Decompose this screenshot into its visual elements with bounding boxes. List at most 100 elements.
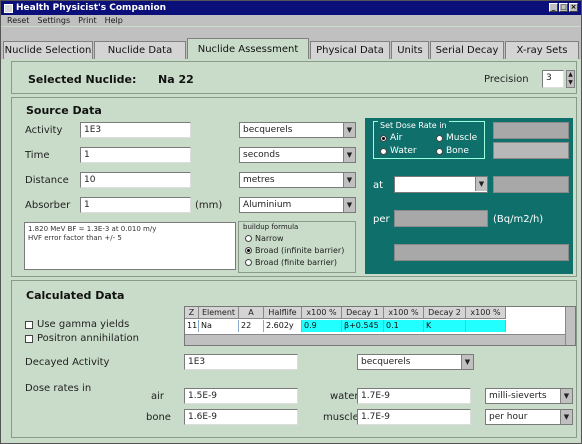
window-title: Health Physicist's Companion [16,3,167,13]
time-unit-select[interactable]: seconds ▼ [239,147,356,163]
buildup-broad-infinite-label: Broad (infinite barrier) [255,246,345,255]
grid-cell: 11 [187,320,199,332]
distance-unit-select[interactable]: metres ▼ [239,172,356,188]
grid-header: Z [185,307,199,319]
dose-air-radio[interactable]: Air [380,133,402,143]
dose-water-label: Water [390,146,417,156]
grid-header: x100 % [466,307,506,319]
positron-label: Positron annihilation [37,333,139,344]
dose-bone-radio[interactable]: Bone [436,146,469,156]
dose-unit-value: milli-sieverts [489,391,547,401]
dose-result-field[interactable] [394,244,569,261]
muscle-label: muscle [323,412,359,423]
decayed-unit-value: becquerels [361,357,411,367]
tab-physical-data[interactable]: Physical Data [310,41,390,59]
positron-checkbox[interactable]: Positron annihilation [25,333,139,344]
horizontal-scrollbar[interactable] [185,334,565,345]
use-gamma-checkbox[interactable]: Use gamma yields [25,319,129,330]
precision-spinner[interactable]: ▲ ▼ [566,70,575,88]
menu-print[interactable]: Print [78,16,96,25]
buildup-group: buildup formula Narrow Broad (infinite b… [238,221,356,273]
dose-rates-label: Dose rates in [25,383,92,394]
absorber-label: Absorber [25,200,71,211]
dose-medium-group: Set Dose Rate in Air Muscle Water Bone [373,121,485,159]
tab-nuclide-selection[interactable]: Nuclide Selection [3,41,93,59]
tab-units[interactable]: Units [391,41,429,59]
calculated-data-title: Calculated Data [26,289,125,302]
precision-input[interactable]: 3 [542,70,564,88]
activity-input[interactable]: 1E3 [80,122,191,138]
dose-at-select[interactable]: ▼ [394,176,488,193]
dose-at-value[interactable] [493,176,569,193]
dose-muscle-radio[interactable]: Muscle [436,133,477,143]
vertical-scrollbar[interactable] [565,307,575,345]
grid-header: Element [199,307,239,319]
chevron-down-icon: ▼ [461,355,473,369]
close-icon[interactable]: × [569,3,578,12]
distance-label: Distance [25,175,69,186]
chevron-down-icon: ▼ [475,177,487,191]
minimize-icon[interactable]: _ [549,3,558,12]
note-line: HVF error factor than +/- 5 [28,234,122,242]
buildup-broad-finite[interactable]: Broad (finite barrier) [245,258,337,267]
chevron-down-icon: ▼ [343,123,355,137]
buildup-title: buildup formula [243,223,299,231]
grid-header: Decay 1 [342,307,384,319]
bone-dose-value: 1.6E-9 [184,409,298,425]
time-label: Time [25,150,50,161]
grid-cell: Na [199,320,239,332]
chevron-down-icon: ▼ [560,410,572,424]
menu-reset[interactable]: Reset [7,16,29,25]
grid-cell: K [424,320,466,332]
maximize-icon[interactable]: □ [559,3,568,12]
menu-help[interactable]: Help [105,16,123,25]
grid-cell [466,320,506,332]
dose-per-field[interactable] [394,210,488,227]
menu-settings[interactable]: Settings [37,16,70,25]
selected-nuclide-panel: Selected Nuclide: Na 22 Precision 3 ▲ ▼ [11,61,577,94]
time-unit-value: seconds [243,150,280,160]
dose-button[interactable] [493,142,569,159]
chevron-down-icon: ▼ [343,148,355,162]
dose-field-1[interactable] [493,122,569,139]
grid-header: Halflife [264,307,302,319]
source-notes: 1.820 MeV BF = 1.3E-3 at 0.010 m/y HVF e… [24,222,236,270]
activity-unit-select[interactable]: becquerels ▼ [239,122,356,138]
decay-grid[interactable]: Z Element A Halflife x100 % Decay 1 x100… [184,306,576,346]
decayed-unit-select[interactable]: becquerels ▼ [357,354,474,370]
tab-serial-decay[interactable]: Serial Decay [430,41,504,59]
activity-label: Activity [25,125,63,136]
app-window: Health Physicist's Companion _ □ × Reset… [0,0,582,444]
air-label: air [151,391,165,402]
note-line: 1.820 MeV BF = 1.3E-3 at 0.010 m/y [28,225,157,233]
grid-header: Decay 2 [424,307,466,319]
absorber-input[interactable]: 1 [80,197,191,213]
buildup-narrow[interactable]: Narrow [245,234,284,243]
dose-bone-label: Bone [446,146,469,156]
tab-xray-sets[interactable]: X-ray Sets [505,41,579,59]
table-row[interactable]: 11 Na 22 2.602y 0.9 β+0.545 0.1 K [185,320,506,332]
buildup-broad-finite-label: Broad (finite barrier) [255,258,338,267]
dose-water-radio[interactable]: Water [380,146,417,156]
dose-air-label: Air [390,133,403,143]
tab-nuclide-assessment[interactable]: Nuclide Assessment [187,38,309,59]
chevron-down-icon: ▼ [343,173,355,187]
time-unit-select-2[interactable]: per hour ▼ [485,409,573,425]
absorber-material-select[interactable]: Aluminium ▼ [239,197,356,213]
distance-input[interactable]: 10 [80,172,191,188]
air-dose-value: 1.5E-9 [184,388,298,404]
distance-unit-value: metres [243,175,275,185]
buildup-narrow-label: Narrow [255,234,284,243]
grid-header: A [239,307,264,319]
menu-bar: Reset Settings Print Help [1,15,581,26]
dose-rate-panel: Set Dose Rate in Air Muscle Water Bone a… [365,118,573,274]
tab-nuclide-data[interactable]: Nuclide Data [94,41,186,59]
at-label: at [373,180,384,191]
time-input[interactable]: 1 [80,147,191,163]
grid-header: x100 % [302,307,342,319]
use-gamma-label: Use gamma yields [37,319,130,330]
dose-unit-select[interactable]: milli-sieverts ▼ [485,388,573,404]
buildup-broad-infinite[interactable]: Broad (infinite barrier) [245,246,344,255]
chevron-down-icon: ▼ [560,389,572,403]
selected-nuclide-label: Selected Nuclide: [28,73,137,86]
